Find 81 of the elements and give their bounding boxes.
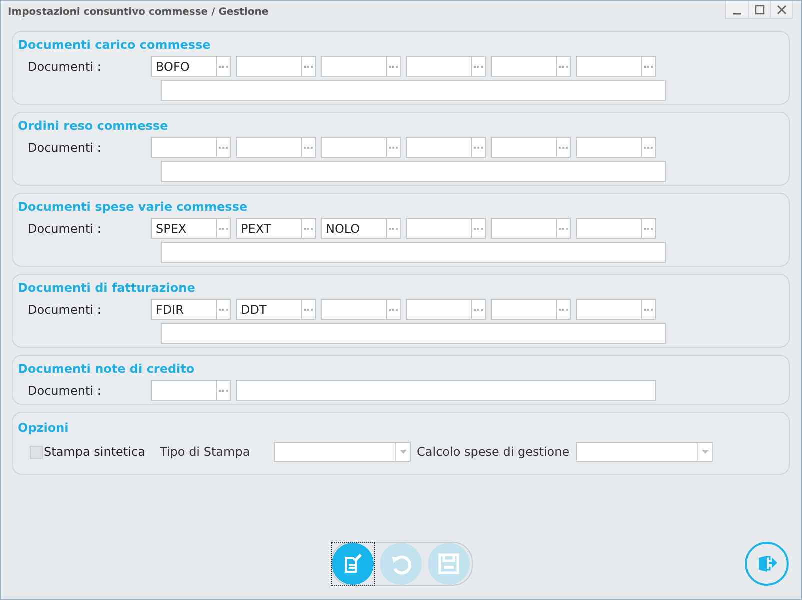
description-field[interactable] (236, 380, 656, 401)
browse-button[interactable] (386, 56, 401, 77)
dropdown-field[interactable] (576, 442, 713, 462)
browse-button[interactable] (216, 299, 231, 320)
section-title: Documenti di fatturazione (18, 281, 196, 296)
browse-button[interactable] (386, 137, 401, 158)
input-field[interactable] (491, 299, 556, 320)
section-title: Documenti spese varie commesse (18, 200, 248, 215)
input-field[interactable] (406, 218, 471, 239)
browse-button[interactable] (216, 380, 231, 401)
browse-button[interactable] (386, 218, 401, 239)
exit-button[interactable] (745, 542, 789, 586)
browse-button[interactable] (216, 137, 231, 158)
input-field[interactable] (576, 218, 641, 239)
window-title: Impostazioni consuntivo commesse / Gestione (8, 6, 270, 18)
browse-button[interactable] (301, 56, 316, 77)
browse-button[interactable] (216, 218, 231, 239)
input-field[interactable] (406, 137, 471, 158)
browse-button[interactable] (641, 56, 656, 77)
field-label: Documenti : (27, 60, 102, 74)
close-icon (776, 4, 786, 14)
input-field[interactable] (491, 137, 556, 158)
dropdown-field[interactable] (274, 442, 411, 462)
browse-button[interactable] (216, 56, 231, 77)
field-label: Documenti : (27, 384, 102, 398)
browse-button[interactable] (471, 137, 486, 158)
minimize-icon (732, 12, 742, 14)
input-field[interactable]: NOLO (321, 218, 386, 239)
door-exit-icon (756, 554, 778, 574)
browse-button[interactable] (641, 299, 656, 320)
browse-button[interactable] (556, 137, 571, 158)
field-label: Documenti : (27, 302, 102, 316)
input-field[interactable]: BOFO (151, 56, 216, 77)
browse-button[interactable] (556, 299, 571, 320)
description-field[interactable] (161, 323, 666, 344)
field-label: Documenti : (27, 140, 102, 154)
dropdown-label: Calcolo spese di gestione (417, 445, 571, 459)
browse-button[interactable] (641, 137, 656, 158)
input-field[interactable]: FDIR (151, 299, 216, 320)
input-field[interactable] (491, 56, 556, 77)
dropdown-label: Tipo di Stampa (160, 445, 252, 459)
input-field[interactable] (491, 218, 556, 239)
browse-button[interactable] (301, 218, 316, 239)
checkbox[interactable] (30, 446, 43, 458)
field-label: Documenti : (27, 222, 102, 236)
input-field[interactable]: DDT (236, 299, 301, 320)
caret-icon (400, 450, 406, 454)
browse-button[interactable] (386, 299, 401, 320)
input-field[interactable] (236, 56, 301, 77)
input-field[interactable]: PEXT (236, 218, 301, 239)
browse-button[interactable] (301, 137, 316, 158)
description-field[interactable] (161, 161, 666, 182)
input-field[interactable] (151, 137, 216, 158)
section-title: Documenti carico commesse (18, 38, 211, 53)
input-field[interactable] (321, 137, 386, 158)
input-field[interactable] (236, 137, 301, 158)
caret-icon (702, 450, 708, 454)
browse-button[interactable] (641, 218, 656, 239)
browse-button[interactable] (471, 299, 486, 320)
input-field[interactable] (321, 56, 386, 77)
input-field[interactable] (576, 56, 641, 77)
input-field[interactable] (576, 137, 641, 158)
browse-button[interactable] (301, 299, 316, 320)
browse-button[interactable] (556, 218, 571, 239)
input-field[interactable] (151, 380, 216, 401)
description-field[interactable] (161, 80, 666, 101)
input-field[interactable] (321, 299, 386, 320)
input-field[interactable] (406, 56, 471, 77)
input-field[interactable]: SPEX (151, 218, 216, 239)
browse-button[interactable] (471, 218, 486, 239)
edit-button[interactable] (332, 543, 374, 585)
browse-button[interactable] (556, 56, 571, 77)
section-title: Opzioni (18, 420, 69, 437)
input-field[interactable] (406, 299, 471, 320)
description-field[interactable] (161, 242, 666, 263)
checkbox-label: Stampa sintetica (44, 445, 146, 459)
maximize-icon (754, 4, 764, 14)
section-title: Documenti note di credito (18, 362, 195, 377)
browse-button[interactable] (471, 56, 486, 77)
section-title: Ordini reso commesse (18, 119, 168, 134)
input-field[interactable] (576, 299, 641, 320)
